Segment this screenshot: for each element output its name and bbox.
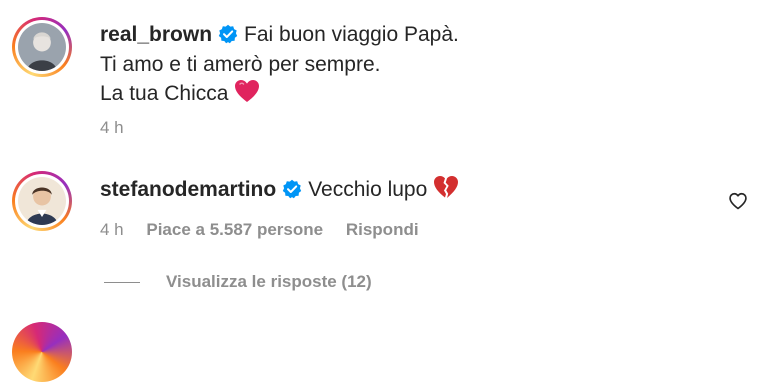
verified-badge-icon	[283, 179, 302, 199]
comment-2-text: Vecchio lupo	[308, 178, 428, 201]
username-real-brown[interactable]: real_brown	[100, 23, 212, 46]
next-comment-avatar[interactable]	[12, 322, 72, 382]
comment-1-second-line: Ti amo e ti amerò per sempre.	[100, 50, 381, 79]
replies-divider-line	[104, 281, 140, 283]
view-replies-button[interactable]: Visualizza le risposte (12)	[104, 272, 372, 292]
like-heart-icon[interactable]	[728, 191, 748, 211]
comment-2-line: stefanodemartino Vecchio lupo	[100, 175, 459, 204]
comment-1-first-line: real_brown Fai buon viaggio Papà.	[100, 20, 459, 49]
comment-1-timestamp: 4 h	[100, 118, 124, 137]
broken-heart-emoji-icon	[434, 176, 459, 198]
comment-text-line-3: La tua Chicca	[100, 82, 229, 105]
avatar-stefanodemartino[interactable]	[12, 171, 72, 231]
comment-text-line-1: Fai buon viaggio Papà.	[244, 23, 459, 46]
reply-button[interactable]: Rispondi	[346, 220, 419, 239]
comment-2-likes-count[interactable]: Piace a 5.587 persone	[146, 220, 323, 239]
avatar-ring-inner	[15, 20, 69, 74]
avatar-real-brown[interactable]	[12, 17, 72, 77]
comment-1-third-line: La tua Chicca	[100, 79, 260, 108]
view-replies-label: Visualizza le risposte (12)	[166, 272, 372, 291]
comment-1-meta: 4 h	[100, 118, 124, 138]
avatar-ring-inner	[15, 174, 69, 228]
red-heart-emoji-icon	[235, 80, 260, 102]
comment-text-line-2: Ti amo e ti amerò per sempre.	[100, 53, 381, 76]
verified-badge-icon	[218, 24, 238, 44]
comment-2-meta: 4 h Piace a 5.587 persone Rispondi	[100, 220, 419, 240]
profile-photo	[18, 23, 66, 71]
comment-2-timestamp: 4 h	[100, 220, 124, 239]
username-stefanodemartino[interactable]: stefanodemartino	[100, 178, 276, 201]
profile-photo	[18, 177, 66, 225]
